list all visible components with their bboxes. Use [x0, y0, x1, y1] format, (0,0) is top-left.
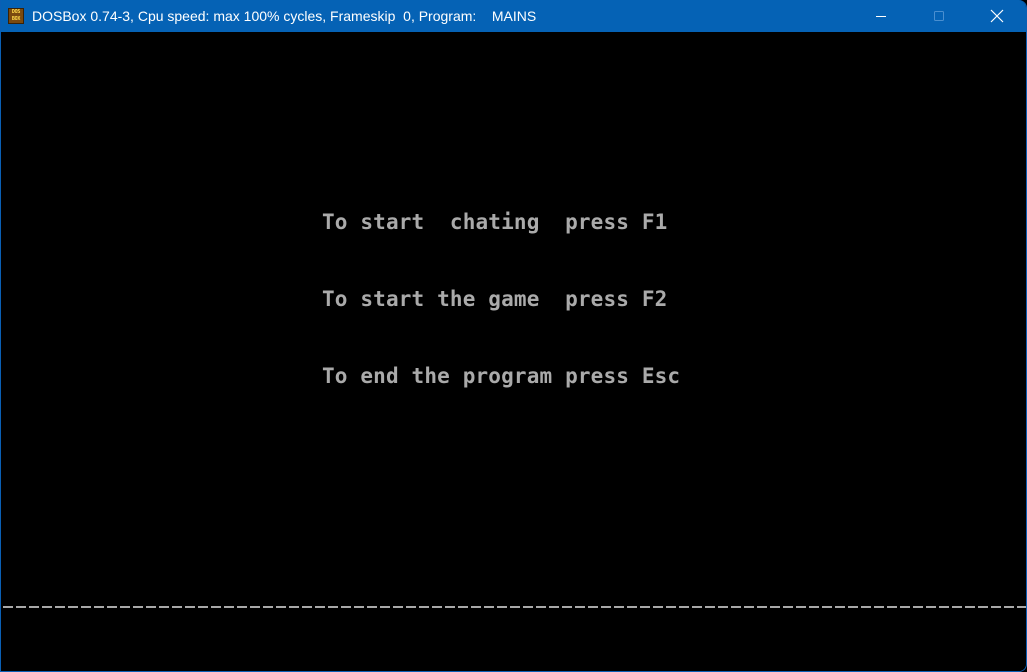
menu-line-game: To start the game press F2	[322, 287, 668, 311]
dos-screen[interactable]: To start chating press F1 To start the g…	[1, 32, 1026, 671]
minimize-button[interactable]	[852, 0, 910, 32]
window-controls	[852, 0, 1026, 32]
close-button[interactable]	[968, 0, 1026, 32]
icon-text-top: DOS	[11, 9, 21, 15]
dashed-separator	[3, 606, 1026, 608]
minimize-icon	[876, 16, 886, 17]
menu-line-exit: To end the program press Esc	[322, 364, 681, 388]
close-icon	[990, 9, 1004, 23]
window-title: DOSBox 0.74-3, Cpu speed: max 100% cycle…	[32, 8, 537, 24]
maximize-icon	[934, 11, 944, 21]
dosbox-window: DOS BOX DOSBox 0.74-3, Cpu speed: max 10…	[0, 0, 1027, 672]
title-bar[interactable]: DOS BOX DOSBox 0.74-3, Cpu speed: max 10…	[1, 0, 1026, 32]
menu-line-chat: To start chating press F1	[322, 210, 668, 234]
maximize-button[interactable]	[910, 0, 968, 32]
dosbox-icon[interactable]: DOS BOX	[8, 8, 24, 24]
icon-text-bottom: BOX	[11, 16, 21, 22]
